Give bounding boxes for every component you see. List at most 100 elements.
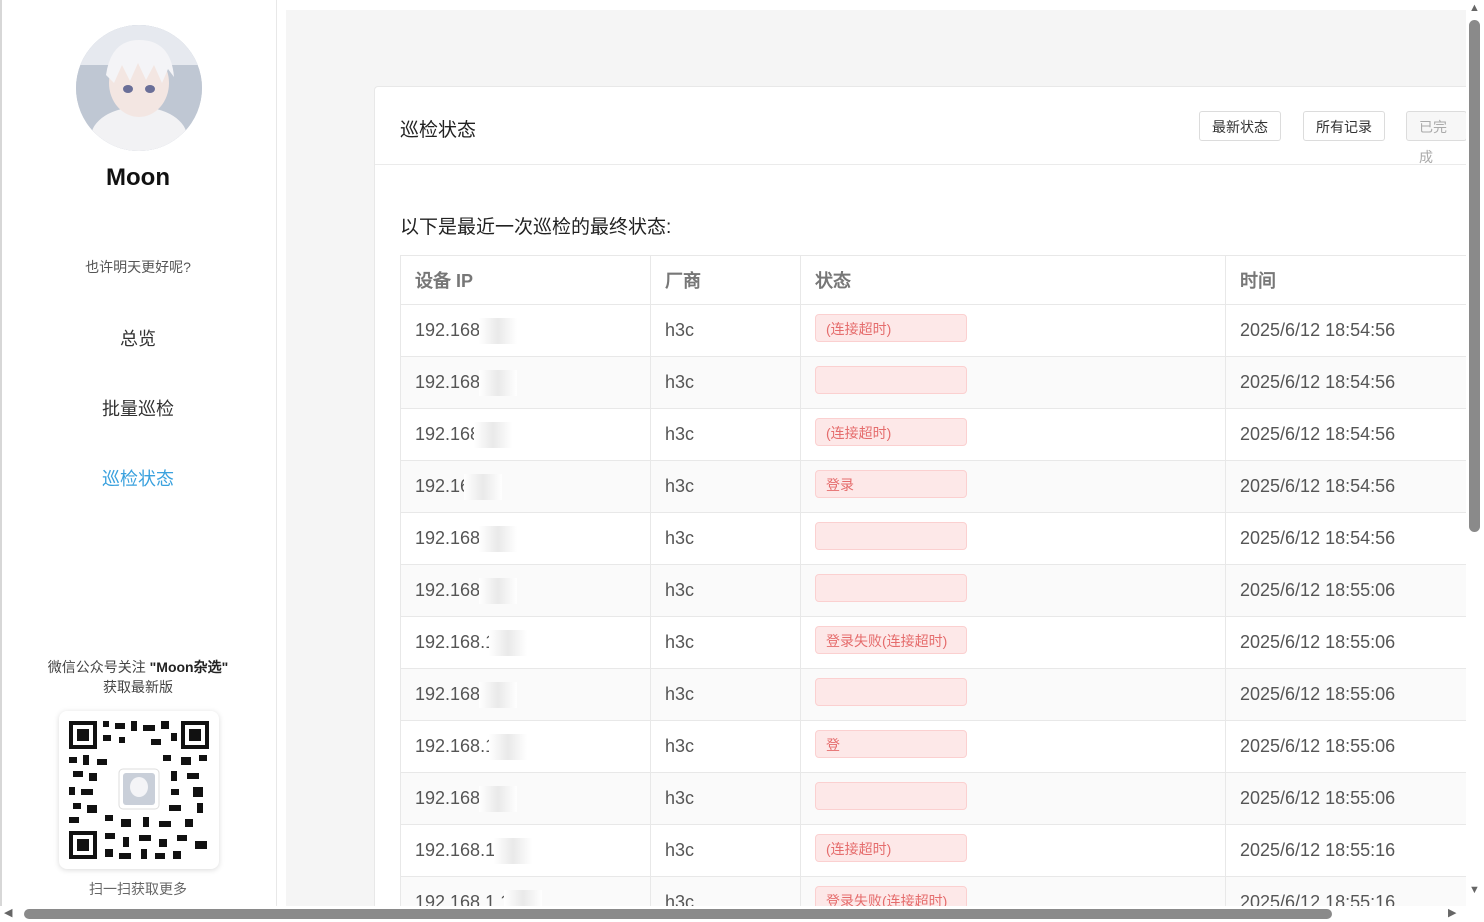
- nav-inspection-status[interactable]: 巡检状态: [0, 465, 276, 491]
- qr-code-card: [59, 711, 219, 869]
- cell-vendor: h3c: [650, 460, 801, 513]
- latest-status-button[interactable]: 最新状态: [1199, 111, 1281, 141]
- redacted-mask: [479, 525, 518, 552]
- table-row: 192.168 h3c (连接超时) 2025/6/12 18:54:56: [400, 408, 1467, 461]
- header-vendor: 厂商: [650, 255, 801, 305]
- cell-time: 2025/6/12 18:55:06: [1225, 616, 1467, 669]
- tagline: 也许明天更好呢?: [85, 259, 191, 275]
- cell-device-ip: 192.168.: [400, 512, 651, 565]
- cell-vendor: h3c: [650, 876, 801, 909]
- cell-vendor: h3c: [650, 512, 801, 565]
- cell-time: 2025/6/12 18:55:06: [1225, 772, 1467, 825]
- cell-time: 2025/6/12 18:54:56: [1225, 304, 1467, 357]
- cell-vendor: h3c: [650, 668, 801, 721]
- cell-status: (连接超时): [800, 304, 1226, 357]
- redacted-mask: [489, 629, 528, 656]
- redacted-mask: [479, 577, 518, 604]
- status-badge: (连接超时): [815, 314, 967, 342]
- cell-device-ip: 192.168.1: [400, 616, 651, 669]
- cell-time: 2025/6/12 18:55:06: [1225, 564, 1467, 617]
- cell-time: 2025/6/12 18:54:56: [1225, 356, 1467, 409]
- ip-text: 192.168.1: [415, 735, 496, 756]
- cell-device-ip: 192.168.: [400, 668, 651, 721]
- header-status: 状态: [800, 255, 1226, 305]
- cell-vendor: h3c: [650, 720, 801, 773]
- avatar: [76, 25, 202, 151]
- cell-status: [800, 564, 1226, 617]
- cell-vendor: h3c: [650, 408, 801, 461]
- cell-vendor: h3c: [650, 824, 801, 877]
- promo-prefix: 微信公众号关注: [47, 659, 150, 675]
- scroll-left-arrow-icon[interactable]: ◀: [4, 906, 12, 919]
- cell-status: (连接超时): [800, 824, 1226, 877]
- table-row: 192.168. h3c 2025/6/12 18:55:06: [400, 564, 1467, 617]
- cell-status: 登录: [800, 460, 1226, 513]
- ip-text: 192.168.: [415, 579, 486, 600]
- window-edge: [0, 0, 2, 922]
- all-records-button[interactable]: 所有记录: [1303, 111, 1385, 141]
- cell-time: 2025/6/12 18:54:56: [1225, 512, 1467, 565]
- card-header: 巡检状态 最新状态 所有记录 已完成: [375, 87, 1467, 165]
- redacted-mask: [479, 317, 518, 344]
- nav-overview[interactable]: 总览: [0, 325, 276, 351]
- status-badge: [815, 678, 967, 706]
- redacted-mask: [464, 473, 503, 500]
- cell-status: [800, 512, 1226, 565]
- horizontal-scrollbar[interactable]: ◀ ▶: [0, 906, 1484, 922]
- ip-text: 192.168.: [415, 319, 486, 340]
- inspection-status-card: 巡检状态 最新状态 所有记录 已完成 以下是最近一次巡检的最终状态: 设备 IP…: [374, 86, 1467, 910]
- table-row: 192.168. h3c 2025/6/12 18:55:06: [400, 772, 1467, 825]
- cell-time: 2025/6/12 18:55:16: [1225, 824, 1467, 877]
- ip-text: 192.168.: [415, 787, 486, 808]
- cell-time: 2025/6/12 18:54:56: [1225, 408, 1467, 461]
- redacted-mask: [479, 369, 518, 396]
- table-row: 192.168.1 h3c 登录失败(连接超时) 2025/6/12 18:55:06: [400, 616, 1467, 669]
- completed-button[interactable]: 已完成: [1406, 111, 1467, 165]
- redacted-mask: [494, 837, 533, 864]
- cell-device-ip: 192.168.: [400, 304, 651, 357]
- cell-status: 登: [800, 720, 1226, 773]
- table-row: 192.168.1. h3c (连接超时) 2025/6/12 18:55:16: [400, 824, 1467, 877]
- cell-vendor: h3c: [650, 616, 801, 669]
- vertical-scrollbar[interactable]: ▲ ▼: [1466, 0, 1484, 906]
- redacted-mask: [489, 733, 528, 760]
- status-badge: 登录失败(连接超时): [815, 626, 967, 654]
- cell-time: 2025/6/12 18:54:56: [1225, 460, 1467, 513]
- cell-status: [800, 668, 1226, 721]
- redacted-mask: [479, 785, 518, 812]
- status-badge: (连接超时): [815, 418, 967, 446]
- cell-device-ip: 192.168: [400, 408, 651, 461]
- nav-batch-inspection[interactable]: 批量巡检: [0, 395, 276, 421]
- scroll-up-arrow-icon[interactable]: ▲: [1469, 2, 1480, 14]
- scroll-down-arrow-icon[interactable]: ▼: [1469, 884, 1480, 896]
- intro-text: 以下是最近一次巡检的最终状态:: [400, 217, 672, 238]
- status-badge: [815, 574, 967, 602]
- promo-text: 微信公众号关注 "Moon杂选" 获取最新版: [0, 657, 276, 697]
- horizontal-scroll-thumb[interactable]: [24, 909, 1332, 919]
- status-badge: [815, 522, 967, 550]
- status-badge: (连接超时): [815, 834, 967, 862]
- table-row: 192.168.1.1 h3c 登录失败(连接超时) 2025/6/12 18:55:…: [400, 876, 1467, 909]
- table-row: 192.168. h3c (连接超时) 2025/6/12 18:54:56: [400, 304, 1467, 357]
- header-time: 时间: [1225, 255, 1467, 305]
- ip-text: 192.168.: [415, 371, 486, 392]
- scroll-right-arrow-icon[interactable]: ▶: [1448, 906, 1456, 919]
- table-row: 192.168.1 h3c 登 2025/6/12 18:55:06: [400, 720, 1467, 773]
- cell-vendor: h3c: [650, 564, 801, 617]
- ip-text: 192.16: [415, 475, 471, 496]
- ip-text: 192.168.1: [415, 631, 496, 652]
- qr-code-icon: [69, 721, 209, 859]
- cell-status: 登录失败(连接超时): [800, 876, 1226, 909]
- cell-status: [800, 356, 1226, 409]
- cell-device-ip: 192.168.: [400, 564, 651, 617]
- cell-device-ip: 192.168.1: [400, 720, 651, 773]
- cell-vendor: h3c: [650, 304, 801, 357]
- cell-status: (连接超时): [800, 408, 1226, 461]
- redacted-mask: [479, 681, 518, 708]
- status-badge: 登录: [815, 470, 967, 498]
- promo-subtitle: 获取最新版: [103, 679, 173, 695]
- vertical-scroll-thumb[interactable]: [1469, 20, 1480, 532]
- cell-device-ip: 192.168.1.: [400, 824, 651, 877]
- qr-caption: 扫一扫获取更多: [89, 881, 187, 897]
- cell-device-ip: 192.168.1.1: [400, 876, 651, 909]
